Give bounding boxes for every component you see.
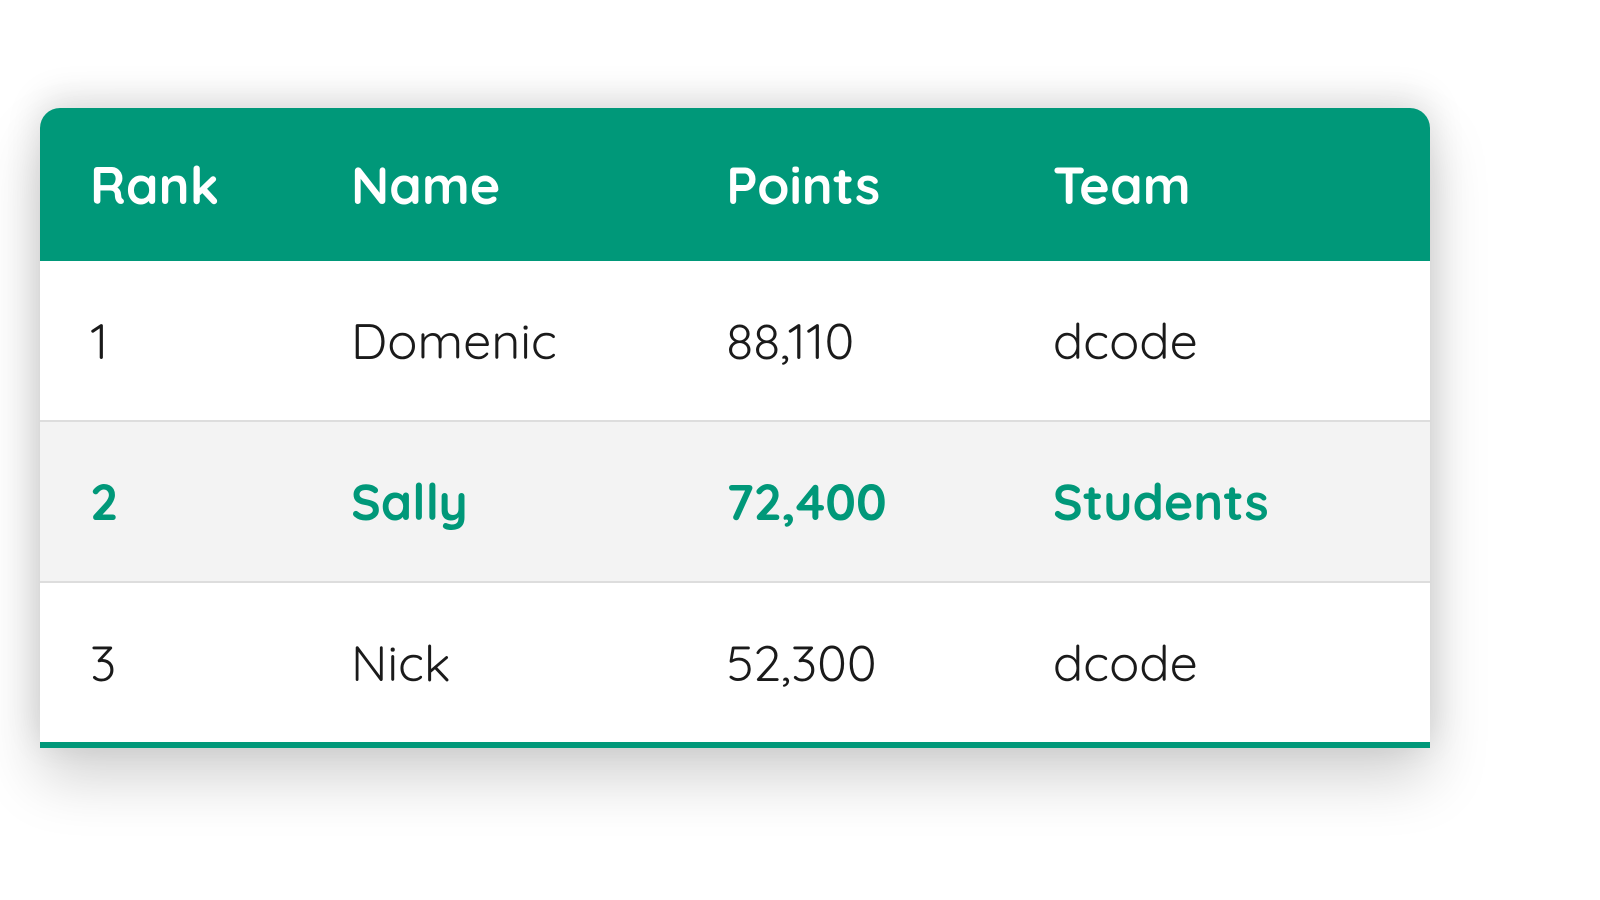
table-row: 1 Domenic 88,110 dcode — [40, 261, 1430, 421]
table-row: 2 Sally 72,400 Students — [40, 421, 1430, 582]
cell-name: Domenic — [325, 261, 700, 421]
header-team: Team — [1027, 108, 1430, 261]
cell-team: dcode — [1027, 582, 1430, 745]
header-points: Points — [700, 108, 1027, 261]
table-header-row: Rank Name Points Team — [40, 108, 1430, 261]
leaderboard-card: Rank Name Points Team 1 Domenic 88,110 d… — [40, 108, 1430, 748]
cell-rank: 1 — [40, 261, 325, 421]
cell-team: dcode — [1027, 261, 1430, 421]
cell-name: Nick — [325, 582, 700, 745]
table-body: 1 Domenic 88,110 dcode 2 Sally 72,400 St… — [40, 261, 1430, 745]
cell-name: Sally — [325, 421, 700, 582]
cell-points: 52,300 — [700, 582, 1027, 745]
header-name: Name — [325, 108, 700, 261]
table-row: 3 Nick 52,300 dcode — [40, 582, 1430, 745]
cell-points: 88,110 — [700, 261, 1027, 421]
cell-rank: 3 — [40, 582, 325, 745]
cell-points: 72,400 — [700, 421, 1027, 582]
header-rank: Rank — [40, 108, 325, 261]
cell-rank: 2 — [40, 421, 325, 582]
cell-team: Students — [1027, 421, 1430, 582]
leaderboard-table: Rank Name Points Team 1 Domenic 88,110 d… — [40, 108, 1430, 748]
